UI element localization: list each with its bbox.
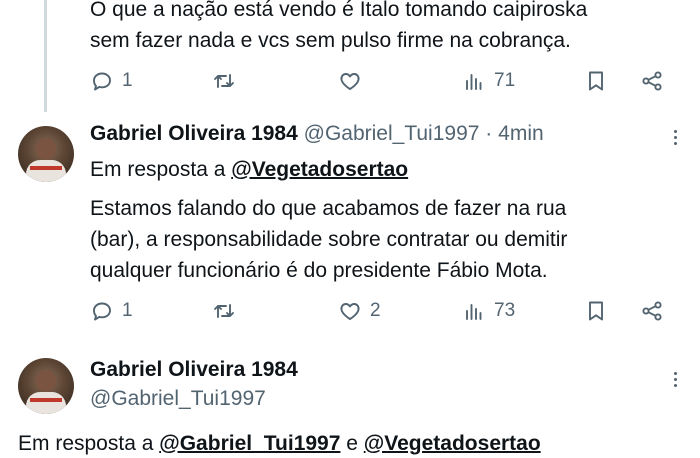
thread-line-top (44, 0, 47, 112)
reply-icon (90, 299, 114, 323)
avatar[interactable] (18, 358, 74, 414)
user-handle[interactable]: @Gabriel_Tui1997 (90, 387, 266, 410)
views-button[interactable]: 73 (462, 296, 515, 326)
retweet-icon (212, 69, 236, 93)
share-button[interactable] (640, 296, 664, 326)
reply-mention-1[interactable]: @Gabriel_Tui1997 (159, 432, 340, 455)
separator-dot: · (485, 122, 493, 145)
avatar[interactable] (18, 126, 74, 182)
reply-context: Em resposta a @Vegetadosertao (90, 156, 408, 184)
reply-count: 1 (122, 70, 133, 91)
retweet-button[interactable] (212, 66, 236, 96)
views-icon (462, 69, 486, 93)
reply-context: Em resposta a @Gabriel_Tui1997 e @Vegeta… (18, 430, 541, 458)
tweet-2-text-line-3: qualquer funcionário é do presidente Fáb… (90, 259, 548, 282)
views-count: 73 (494, 300, 516, 321)
bookmark-icon (584, 69, 608, 93)
retweet-icon (212, 299, 236, 323)
like-icon (338, 299, 362, 323)
display-name[interactable]: Gabriel Oliveira 1984 (90, 358, 298, 381)
tweet-3-name-line: Gabriel Oliveira 1984 (90, 356, 298, 384)
share-icon (640, 69, 664, 93)
display-name[interactable]: Gabriel Oliveira 1984 (90, 122, 298, 145)
reply-button[interactable]: 1 (90, 296, 133, 326)
reply-prefix: Em resposta a (90, 158, 226, 181)
like-count: 2 (370, 300, 381, 321)
reply-mention[interactable]: @Vegetadosertao (231, 158, 408, 181)
tweet-2-text-line-1: Estamos falando do que acabamos de fazer… (90, 197, 567, 220)
reply-icon (90, 69, 114, 93)
reply-conjunction: e (346, 432, 358, 455)
tweet-1-text-line-2: sem fazer nada e vcs sem pulso firme na … (90, 29, 571, 52)
reply-button[interactable]: 1 (90, 66, 133, 96)
reply-prefix: Em resposta a (18, 432, 154, 455)
like-button[interactable] (338, 66, 362, 96)
tweet-2-header: Gabriel Oliveira 1984 @Gabriel_Tui1997 ·… (90, 120, 544, 148)
reply-mention-2[interactable]: @Vegetadosertao (364, 432, 541, 455)
share-icon (640, 299, 664, 323)
timestamp[interactable]: 4min (498, 122, 544, 145)
views-count: 71 (494, 70, 516, 91)
tweet-1-text: O que a nação está vendo é Ítalo tomando… (90, 0, 587, 56)
views-button[interactable]: 71 (462, 66, 515, 96)
tweet-1-actions: 1 71 (90, 66, 675, 96)
tweet-2-text: Estamos falando do que acabamos de fazer… (90, 193, 567, 286)
tweet-2-actions: 1 2 73 (90, 296, 675, 326)
more-icon[interactable] (672, 372, 678, 387)
bookmark-icon (584, 299, 608, 323)
like-icon (338, 69, 362, 93)
bookmark-button[interactable] (584, 66, 608, 96)
more-icon[interactable] (672, 130, 678, 145)
reply-count: 1 (122, 300, 133, 321)
user-handle[interactable]: @Gabriel_Tui1997 (304, 122, 480, 145)
bookmark-button[interactable] (584, 296, 608, 326)
views-icon (462, 299, 486, 323)
like-button[interactable]: 2 (338, 296, 381, 326)
tweet-2-text-line-2: (bar), a responsabilidade sobre contrata… (90, 228, 568, 251)
tweet-1-text-line-1: O que a nação está vendo é Ítalo tomando… (90, 0, 588, 21)
share-button[interactable] (640, 66, 664, 96)
retweet-button[interactable] (212, 296, 236, 326)
tweet-3-handle-line: @Gabriel_Tui1997 (90, 385, 266, 413)
